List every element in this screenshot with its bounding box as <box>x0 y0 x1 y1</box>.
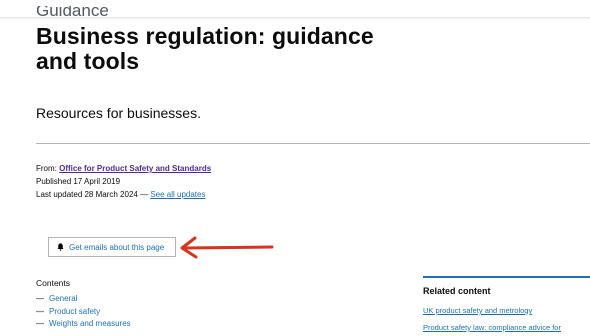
contents-item: — General <box>36 294 78 303</box>
published-date: Published 17 April 2019 <box>36 177 121 186</box>
last-updated-text: Last updated 28 March 2024 — <box>36 190 149 199</box>
bell-icon <box>57 243 64 251</box>
meta-updated: Last updated 28 March 2024 — See all upd… <box>36 189 205 200</box>
page-title: Business regulation: guidance and tools <box>36 23 374 74</box>
related-divider <box>423 276 590 278</box>
contents-link-general[interactable]: General <box>49 294 77 303</box>
contents-item: — Product safety <box>36 306 101 316</box>
get-emails-label: Get emails about this page <box>69 242 165 252</box>
contents-link-weights-and-measures[interactable]: Weights and measures <box>49 319 131 328</box>
related-link-product-safety-law[interactable]: Product safety law: compliance advice fo… <box>423 323 561 332</box>
see-all-updates-link[interactable]: See all updates <box>150 190 205 199</box>
related-content-heading: Related content <box>423 286 491 296</box>
contents-item: — Weights and measures <box>36 319 131 328</box>
contents-heading: Contents <box>36 278 71 288</box>
organisation-link[interactable]: Office for Product Safety and Standards <box>59 164 211 173</box>
related-link-uk-product-safety[interactable]: UK product safety and metrology <box>423 306 532 315</box>
page-summary: Resources for businesses. <box>36 105 201 121</box>
red-arrow-annotation <box>180 236 274 259</box>
meta-from: From: Office for Product Safety and Stan… <box>36 163 211 174</box>
contents-list: — General — Product safety — Weights and me… <box>36 293 131 331</box>
contents-link-product-safety[interactable]: Product safety <box>49 307 100 316</box>
divider <box>36 143 590 144</box>
get-emails-button[interactable]: Get emails about this page <box>48 237 176 257</box>
from-label: From: <box>36 164 57 173</box>
